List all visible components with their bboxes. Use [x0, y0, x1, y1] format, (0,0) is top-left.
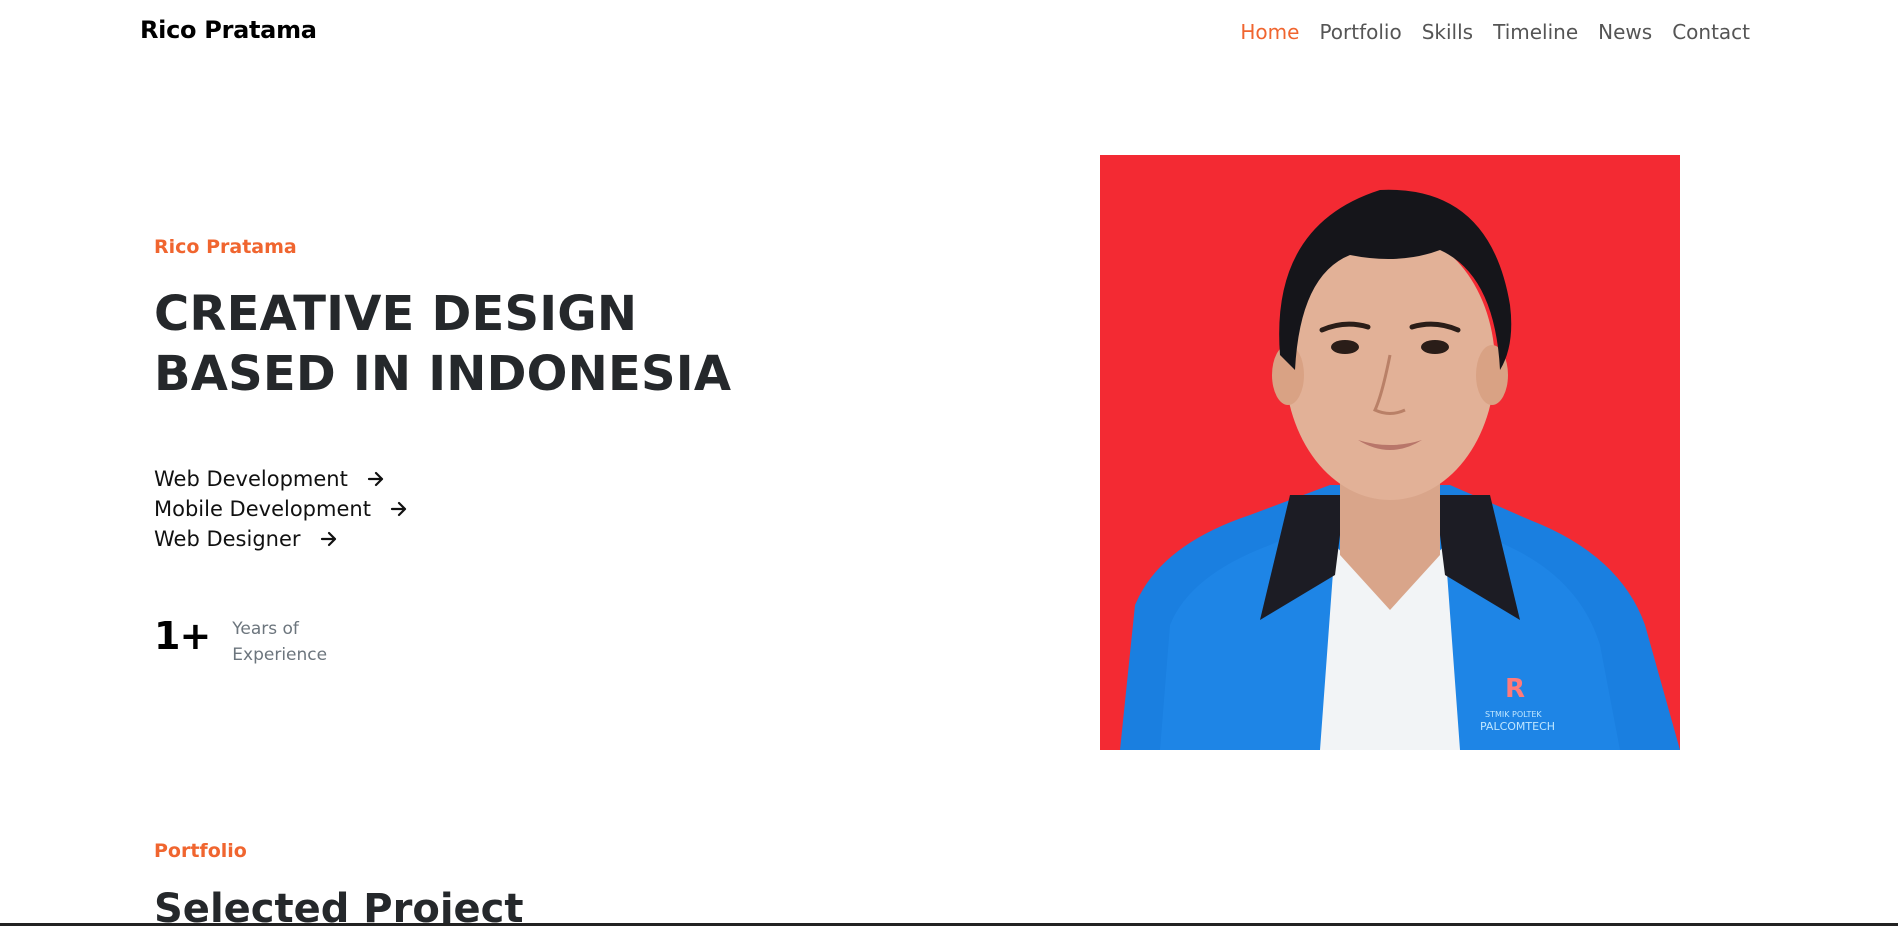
brand-logo[interactable]: Rico Pratama — [140, 16, 317, 44]
badge-logo-icon: R — [1505, 674, 1525, 704]
nav-portfolio[interactable]: Portfolio — [1319, 20, 1401, 44]
experience-stat: 1+ Years of Experience — [154, 612, 342, 668]
services-list: Web Development Mobile Development Web D… — [154, 464, 409, 554]
profile-photo: R STMIK POLTEK PALCOMTECH — [1100, 155, 1680, 750]
nav-timeline[interactable]: Timeline — [1493, 20, 1578, 44]
experience-number: 1+ — [154, 614, 211, 658]
nav-links: Home Portfolio Skills Timeline News Cont… — [1220, 20, 1750, 44]
badge-text-line2: PALCOMTECH — [1480, 720, 1555, 733]
experience-label: Years of Experience — [232, 616, 342, 668]
hero-title: CREATIVE DESIGN BASED IN INDONESIA — [154, 284, 794, 404]
arrow-right-icon — [320, 531, 336, 547]
nav-home[interactable]: Home — [1240, 20, 1299, 44]
top-navbar: Rico Pratama Home Portfolio Skills Timel… — [0, 0, 1898, 64]
arrow-right-icon — [390, 501, 407, 517]
nav-skills[interactable]: Skills — [1422, 20, 1473, 44]
portrait-illustration: R STMIK POLTEK PALCOMTECH — [1100, 155, 1680, 750]
service-label: Web Designer — [154, 527, 301, 551]
hero-eyebrow: Rico Pratama — [154, 236, 297, 258]
service-mobile-development[interactable]: Mobile Development — [154, 494, 409, 524]
portfolio-eyebrow: Portfolio — [154, 840, 247, 862]
service-web-development[interactable]: Web Development — [154, 464, 409, 494]
nav-contact[interactable]: Contact — [1672, 20, 1750, 44]
experience-label-line1: Years of — [232, 619, 299, 639]
nav-news[interactable]: News — [1598, 20, 1652, 44]
experience-label-line2: Experience — [232, 645, 328, 665]
portfolio-title: Selected Project — [154, 886, 524, 926]
hero-title-line2: BASED IN INDONESIA — [154, 346, 732, 402]
hero-title-line1: CREATIVE DESIGN — [154, 286, 638, 342]
service-web-designer[interactable]: Web Designer — [154, 524, 409, 554]
arrow-right-icon — [367, 471, 383, 487]
service-label: Web Development — [154, 467, 348, 491]
service-label: Mobile Development — [154, 497, 371, 521]
badge-text-line1: STMIK POLTEK — [1485, 710, 1542, 719]
